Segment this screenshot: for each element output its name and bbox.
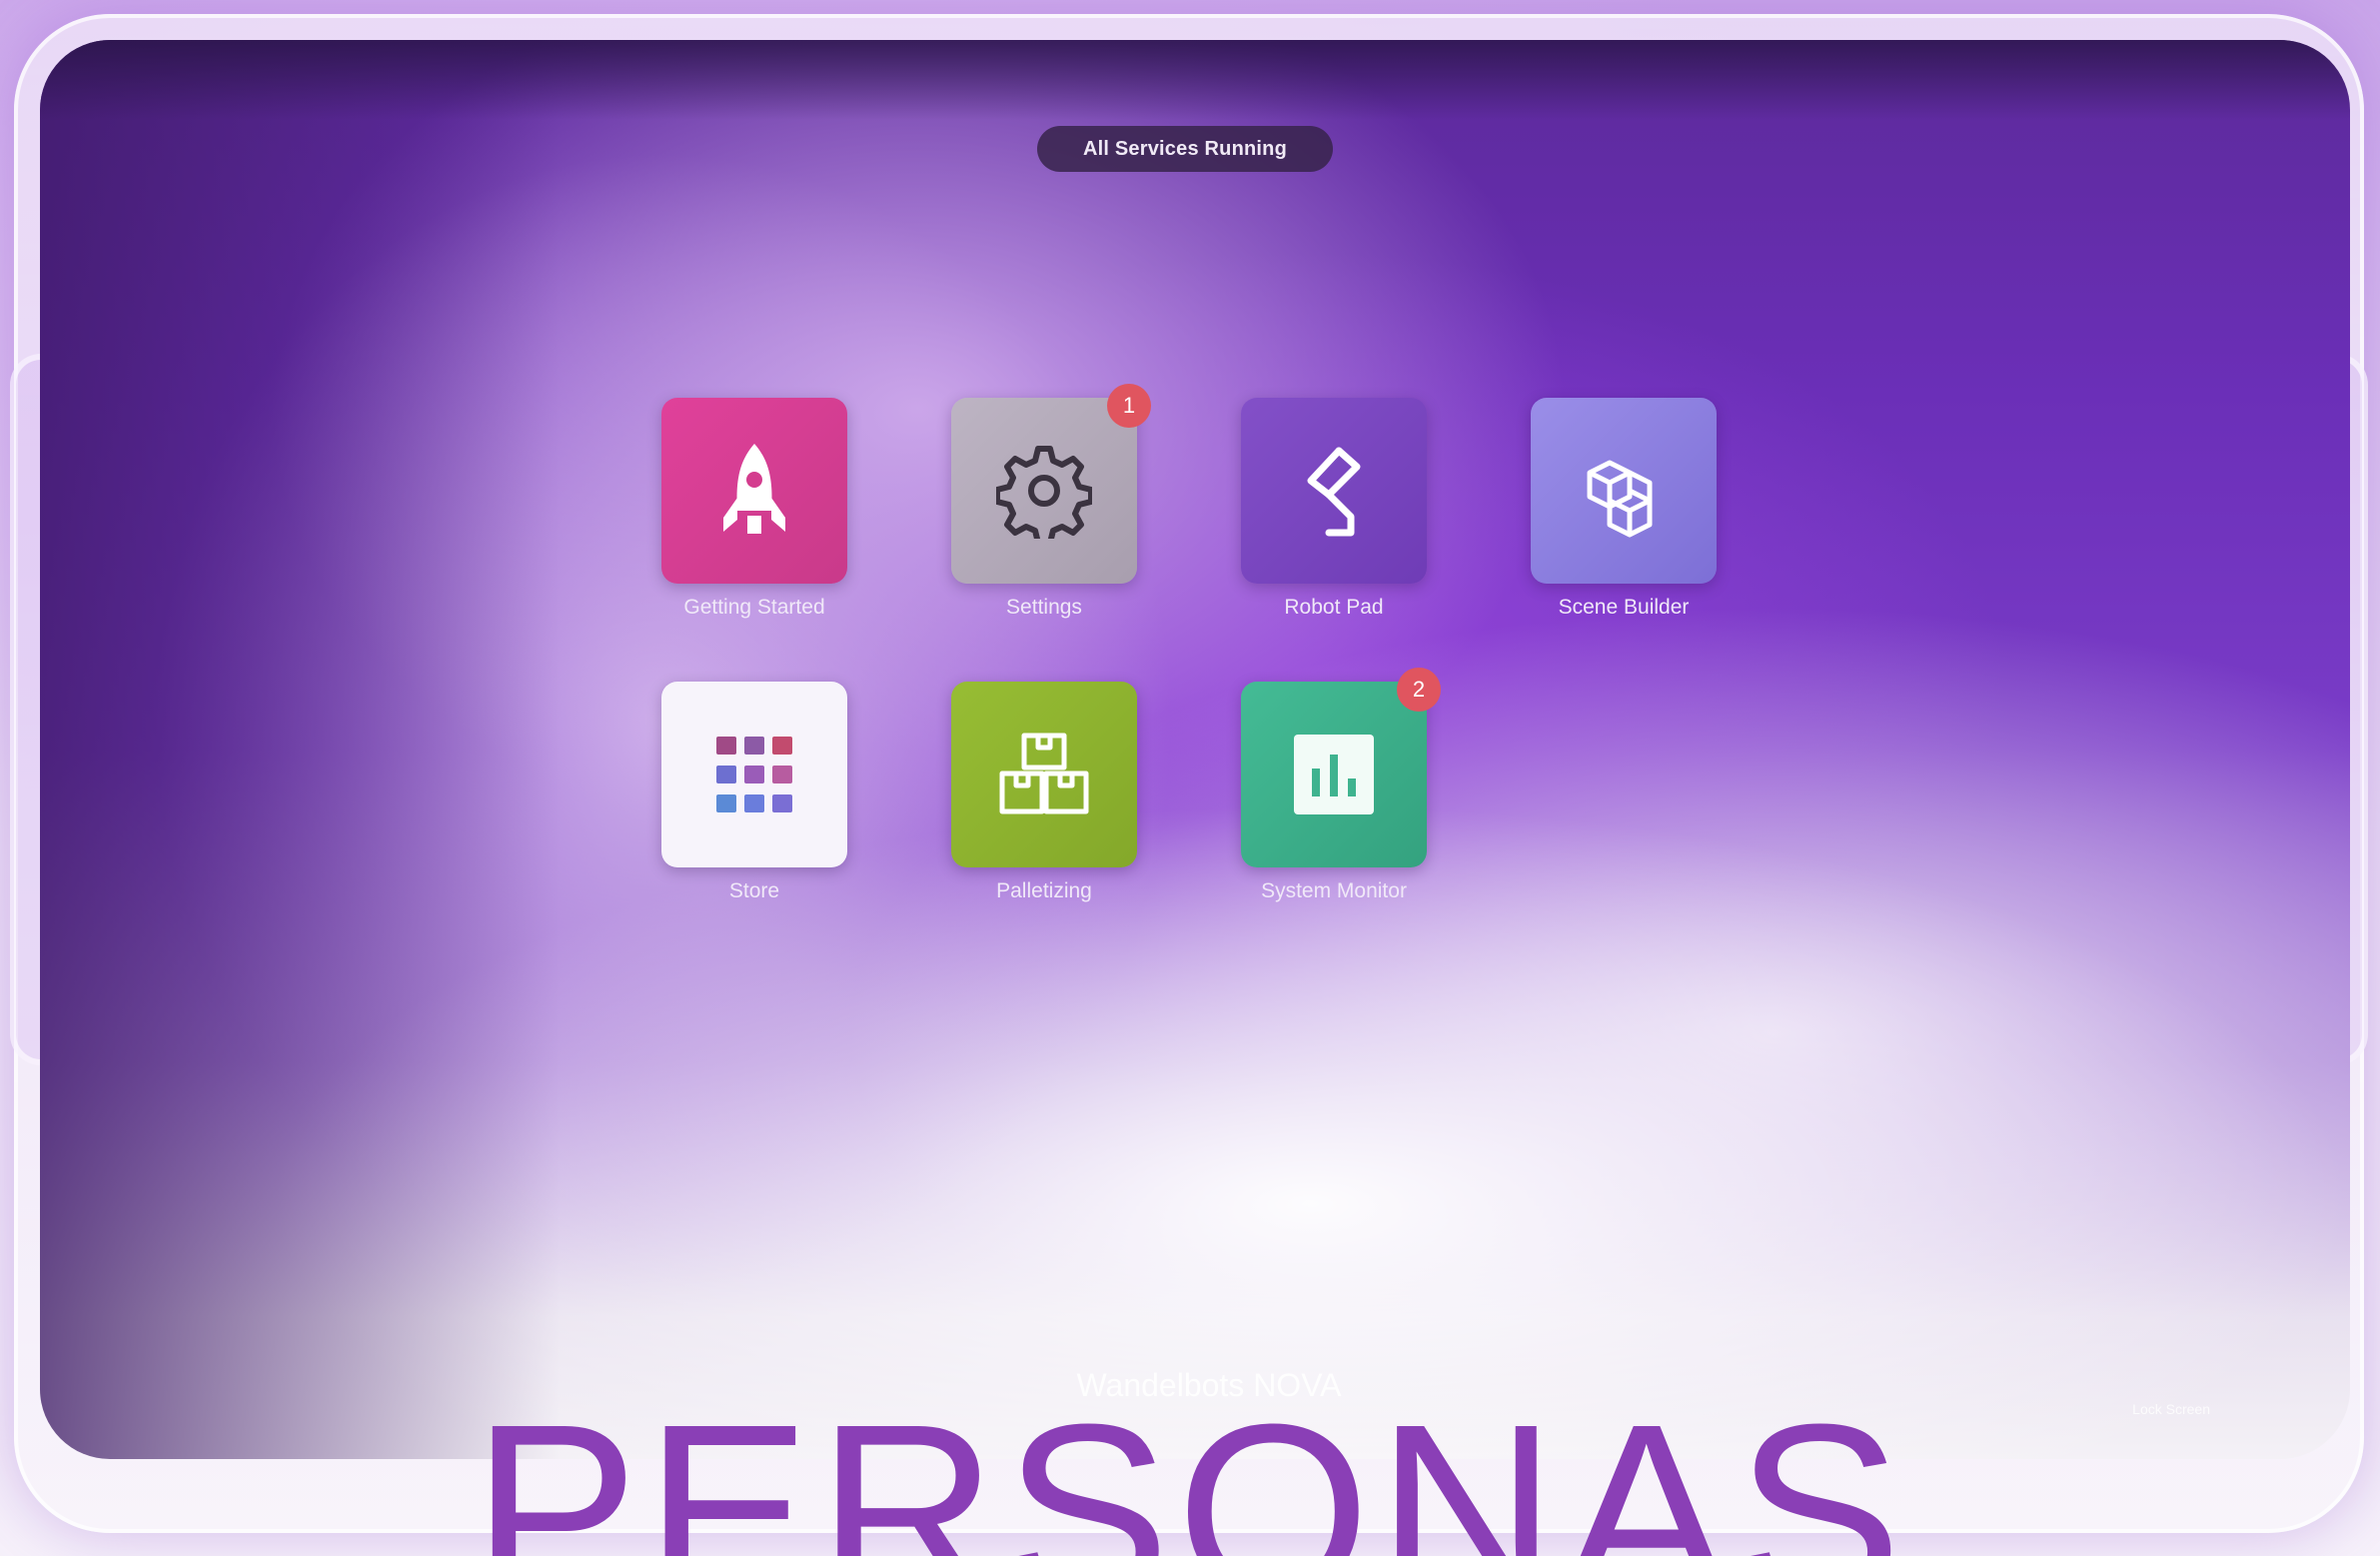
app-label: Getting Started	[683, 596, 825, 619]
app-tile[interactable]: 2	[1241, 668, 1441, 867]
app-tile[interactable]	[661, 682, 847, 867]
status-pill[interactable]: All Services Running	[1037, 126, 1333, 172]
chart-icon	[1294, 735, 1374, 814]
screen-shade	[40, 40, 560, 1459]
boxes-icon	[999, 733, 1089, 814]
grid-icon	[716, 737, 792, 812]
app-label: Settings	[1006, 596, 1082, 619]
page-headline: PERSONAS	[472, 1387, 1908, 1556]
app-palletizing[interactable]: Palletizing	[951, 682, 1137, 902]
cubes-icon	[1587, 460, 1653, 538]
app-label: Robot Pad	[1284, 596, 1384, 619]
notification-badge: 1	[1107, 384, 1151, 428]
rocket-icon	[723, 444, 785, 534]
app-label: System Monitor	[1261, 879, 1407, 902]
gear-icon	[996, 446, 1092, 539]
app-store[interactable]: Store	[661, 682, 847, 902]
app-robot-pad[interactable]: Robot Pad	[1241, 398, 1427, 619]
app-tile[interactable]	[951, 682, 1137, 867]
notification-badge: 2	[1397, 668, 1441, 712]
app-settings[interactable]: 1 Settings	[951, 384, 1151, 619]
app-tile[interactable]: 1	[951, 384, 1151, 584]
app-system-monitor[interactable]: 2 System Monitor	[1241, 668, 1441, 902]
home-screen: All Services Running Getting Started 1 S…	[40, 40, 2350, 1459]
app-getting-started[interactable]: Getting Started	[661, 398, 847, 619]
app-label: Store	[728, 879, 780, 902]
screen-shade-top	[40, 40, 2350, 120]
robot-arm-icon	[1307, 447, 1361, 537]
app-tile[interactable]	[1531, 398, 1717, 584]
app-tile[interactable]	[1241, 398, 1427, 584]
app-tile[interactable]	[661, 398, 847, 584]
app-label: Palletizing	[996, 879, 1092, 902]
app-scene-builder[interactable]: Scene Builder	[1531, 398, 1717, 619]
app-label: Scene Builder	[1558, 596, 1690, 619]
status-label: All Services Running	[1082, 137, 1288, 160]
